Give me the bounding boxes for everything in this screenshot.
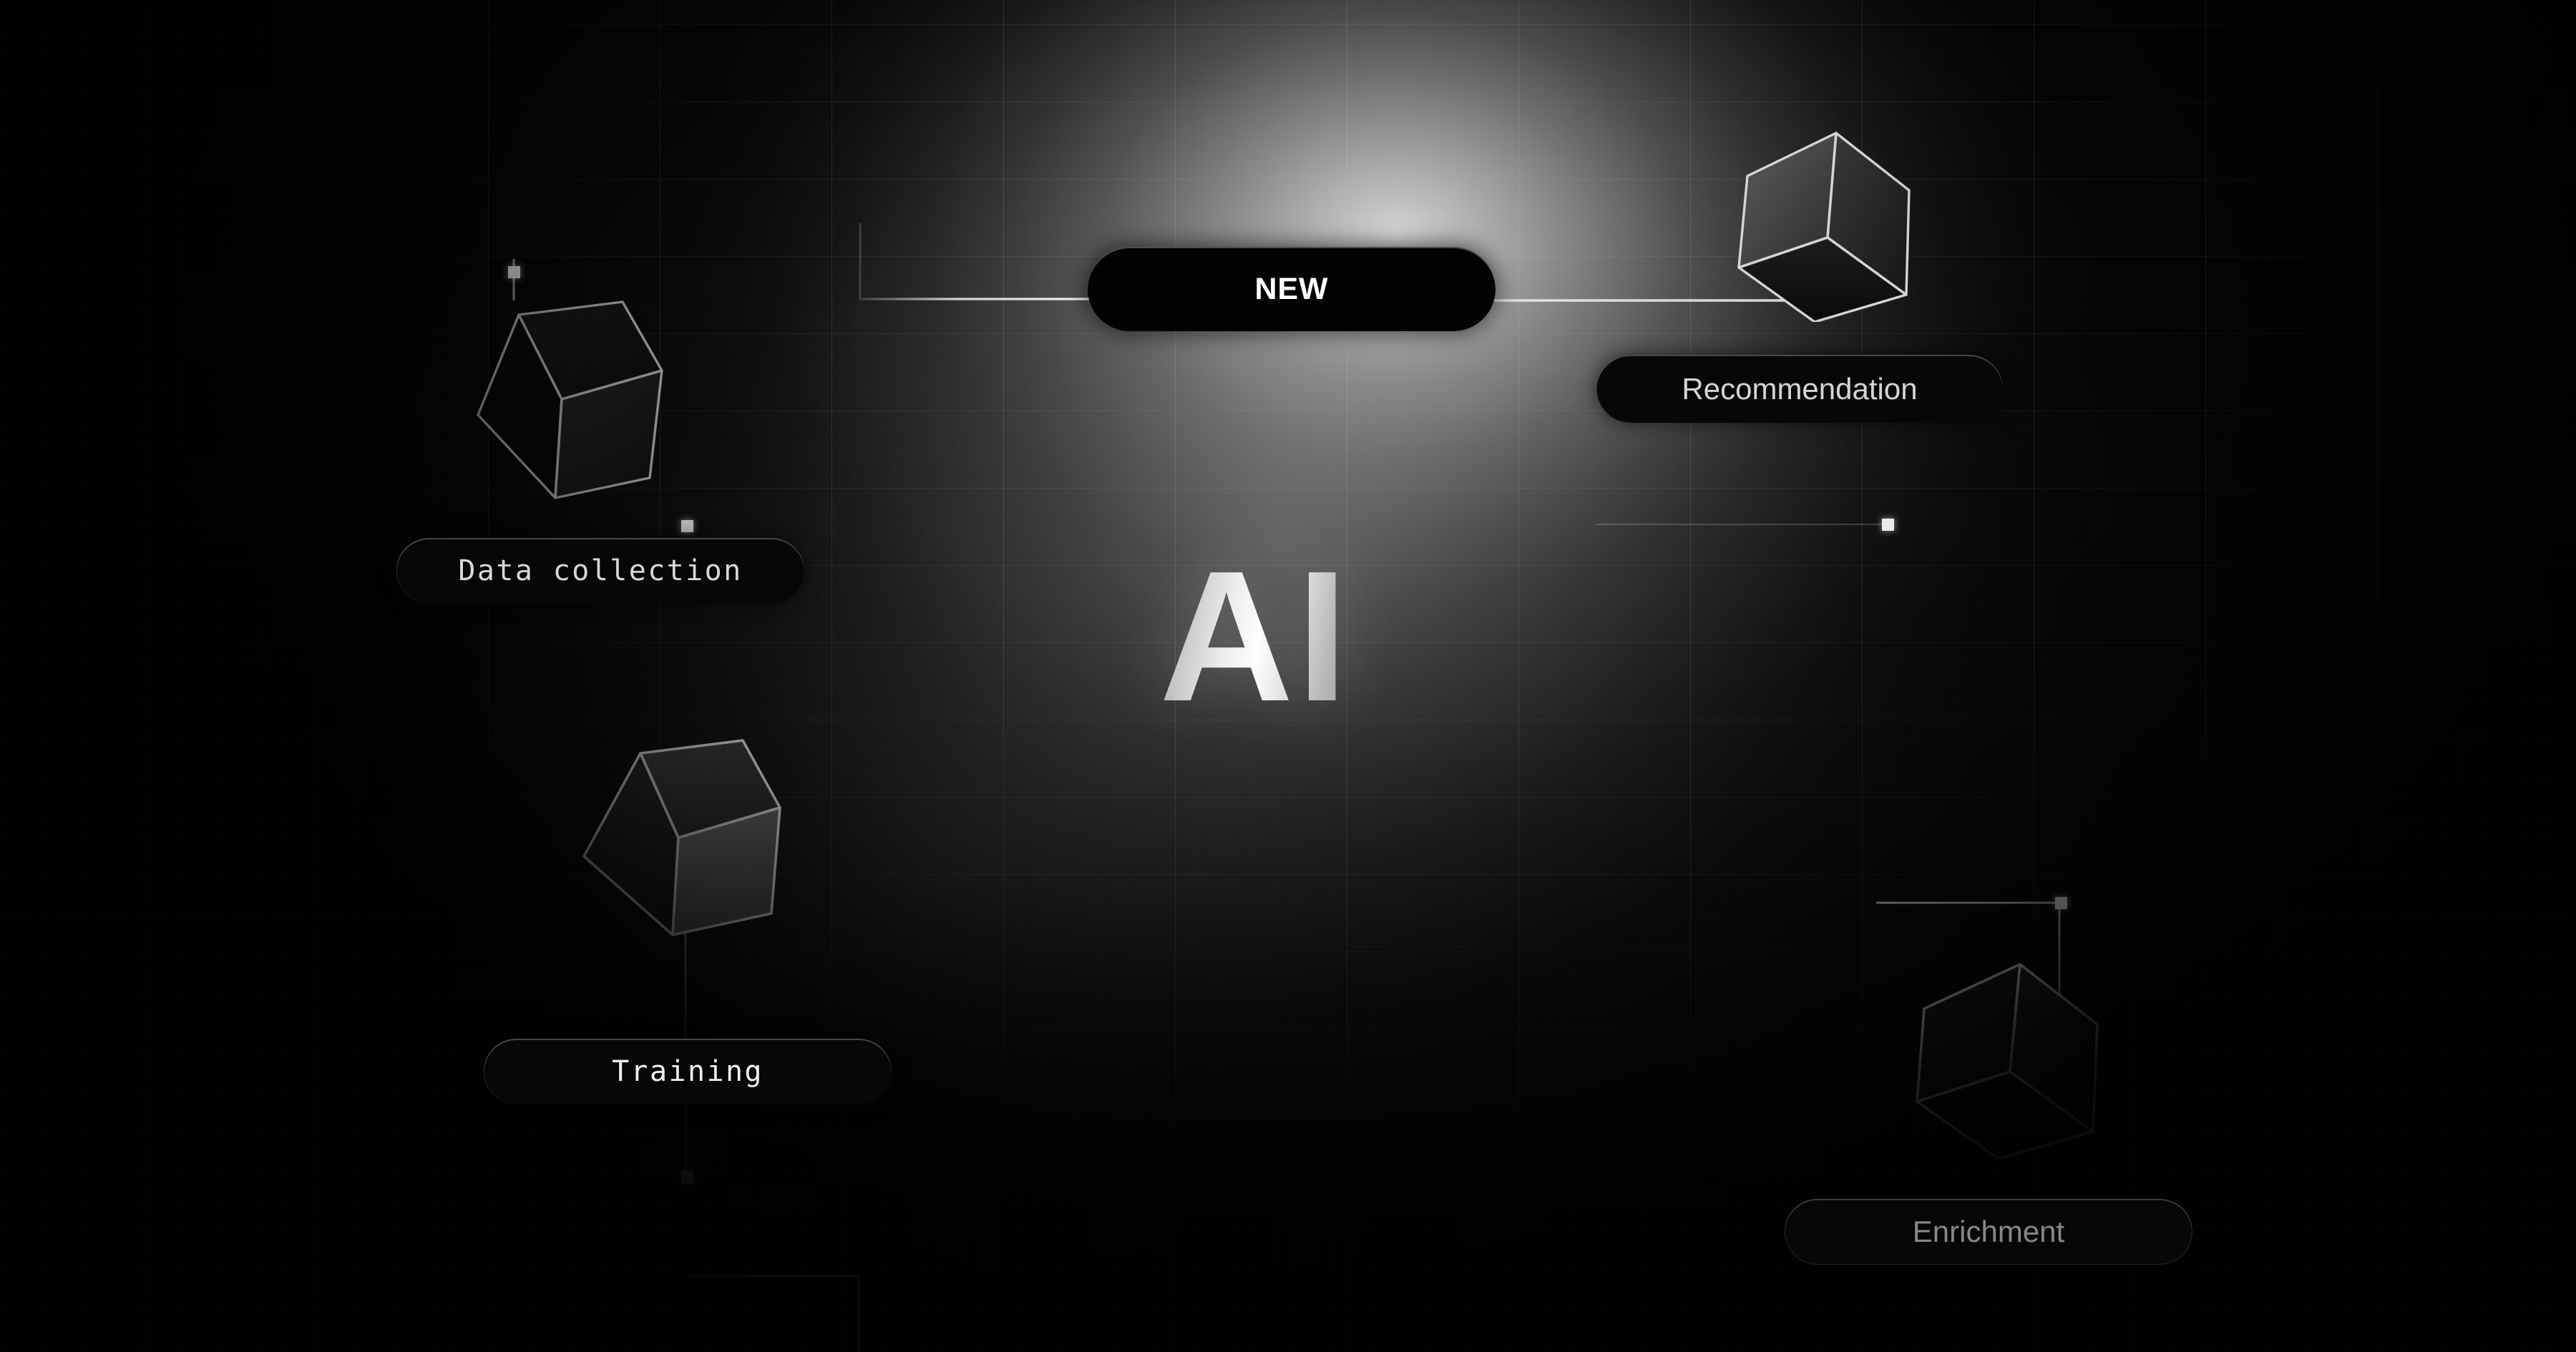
node-marker	[681, 1171, 693, 1183]
cube-training	[582, 739, 781, 936]
badge-enrichment-label: Enrichment	[1912, 1215, 2065, 1248]
badge-training[interactable]: Training	[484, 1039, 892, 1104]
ai-wordmark: AI	[1159, 533, 1351, 740]
badge-new[interactable]: NEW	[1088, 247, 1496, 331]
badge-recommendation[interactable]: Recommendation	[1596, 355, 2003, 423]
badge-new-label: NEW	[1254, 271, 1329, 306]
badge-training-label: Training	[612, 1055, 763, 1088]
hero-canvas: AI NEW Recommendation Data collection Tr…	[0, 0, 2576, 1352]
node-marker	[1882, 519, 1894, 531]
badge-enrichment[interactable]: Enrichment	[1785, 1199, 2192, 1265]
cube-enrichment	[1916, 963, 2099, 1159]
node-marker	[681, 520, 693, 532]
badge-recommendation-label: Recommendation	[1682, 371, 1918, 406]
node-marker	[508, 266, 520, 278]
node-marker	[2055, 897, 2067, 909]
connector-data-collection-to-new	[859, 223, 1102, 300]
badge-data-collection[interactable]: Data collection	[396, 538, 804, 604]
connector-training-to-bottom	[686, 1275, 860, 1352]
badge-data-collection-label: Data collection	[458, 554, 743, 587]
cube-recommendation	[1737, 132, 1911, 322]
cube-data-collection	[477, 300, 663, 499]
